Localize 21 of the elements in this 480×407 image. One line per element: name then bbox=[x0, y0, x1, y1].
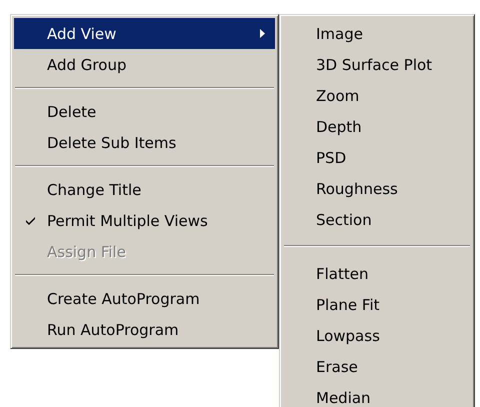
menu-item[interactable]: Zoom bbox=[283, 80, 471, 111]
menu-item[interactable]: PSD bbox=[283, 142, 471, 173]
menu-item[interactable]: Run AutoProgram bbox=[14, 314, 275, 345]
menu-item[interactable]: Lowpass bbox=[283, 320, 471, 351]
menu-item[interactable]: Image bbox=[283, 18, 471, 49]
menu-item[interactable]: Roughness bbox=[283, 173, 471, 204]
menu-item[interactable]: Change Title bbox=[14, 174, 275, 205]
menu-item[interactable]: Create AutoProgram bbox=[14, 283, 275, 314]
menu-item[interactable]: Plane Fit bbox=[283, 289, 471, 320]
menu-item[interactable]: Add View bbox=[14, 18, 275, 49]
menu-item[interactable]: Section bbox=[283, 204, 471, 235]
checkmark-icon bbox=[26, 216, 35, 225]
menu-item[interactable]: Flatten bbox=[283, 258, 471, 289]
menu-item[interactable]: Depth bbox=[283, 111, 471, 142]
menu-item[interactable]: Delete bbox=[14, 96, 275, 127]
menu-item[interactable]: Erase bbox=[283, 351, 471, 382]
menu-item[interactable]: Permit Multiple Views bbox=[14, 205, 275, 236]
menu-item[interactable]: 3D Surface Plot bbox=[283, 49, 471, 80]
menu-item[interactable]: Add Group bbox=[14, 49, 275, 80]
menu-item[interactable]: Median bbox=[283, 382, 471, 407]
menu-item[interactable]: Delete Sub Items bbox=[14, 127, 275, 158]
